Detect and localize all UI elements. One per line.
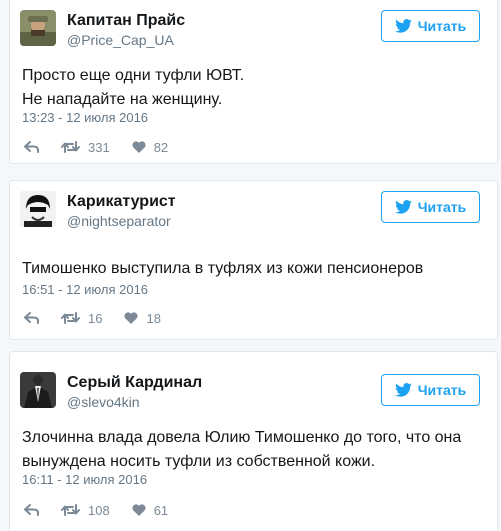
retweet-count: 331	[88, 139, 110, 155]
tweet-actions: 331 82	[24, 138, 190, 156]
heart-icon	[124, 312, 139, 324]
author-handle[interactable]: @nightseparator	[67, 213, 171, 229]
heart-icon	[132, 504, 146, 516]
author-handle[interactable]: @slevo4kin	[67, 394, 140, 410]
retweet-count: 16	[88, 310, 103, 326]
like-button[interactable]: 18	[124, 310, 161, 326]
like-count: 82	[153, 139, 169, 155]
tweet-text: Тимошенко выступила в туфлях из кожи пен…	[22, 257, 482, 281]
follow-button[interactable]: Читать	[381, 374, 480, 406]
like-count: 18	[146, 310, 161, 326]
tweet-text-line: Злочинна влада довела Юлию Тимошенко до …	[22, 429, 462, 446]
tweet-card: Серый Кардинал @slevo4kin Читать Злочинн…	[9, 351, 498, 531]
avatar[interactable]	[20, 10, 56, 46]
retweet-icon	[61, 312, 80, 324]
tweet-card: Капитан Прайс @Price_Cap_UA Читать Прост…	[9, 0, 498, 164]
follow-label: Читать	[417, 382, 467, 398]
twitter-bird-icon	[394, 200, 412, 214]
twitter-bird-icon	[394, 19, 412, 33]
retweet-count: 108	[88, 502, 110, 518]
tweet-text-line: Просто еще одни туфли ЮВТ.	[22, 67, 245, 84]
author-name[interactable]: Серый Кардинал	[67, 374, 202, 392]
retweet-icon	[61, 141, 80, 153]
reply-icon	[24, 504, 39, 516]
tweet-actions: 108 61	[24, 501, 190, 519]
like-button[interactable]: 82	[132, 140, 168, 155]
heart-icon	[132, 141, 146, 153]
author-handle[interactable]: @Price_Cap_UA	[67, 32, 174, 48]
reply-button[interactable]	[24, 312, 39, 324]
retweet-button[interactable]: 331	[61, 140, 110, 155]
reply-button[interactable]	[24, 141, 39, 153]
retweet-button[interactable]: 16	[61, 311, 102, 326]
tweet-timestamp[interactable]: 16:11 - 12 июля 2016	[22, 472, 147, 487]
follow-label: Читать	[417, 199, 467, 215]
reply-icon	[24, 312, 39, 324]
tweet-text: Злочинна влада довела Юлию Тимошенко до …	[22, 426, 482, 474]
like-count: 61	[153, 502, 169, 518]
retweet-icon	[61, 504, 80, 516]
tweet-timestamp[interactable]: 13:23 - 12 июля 2016	[22, 110, 148, 125]
author-name[interactable]: Капитан Прайс	[67, 12, 185, 30]
follow-button[interactable]: Читать	[381, 191, 480, 223]
reply-button[interactable]	[24, 504, 39, 516]
avatar[interactable]	[20, 191, 56, 227]
twitter-bird-icon	[394, 383, 412, 397]
like-button[interactable]: 61	[132, 503, 168, 518]
tweet-text-line: вынуждена носить туфли из собственной ко…	[22, 453, 376, 470]
follow-label: Читать	[417, 18, 467, 34]
tweet-timestamp[interactable]: 16:51 - 12 июля 2016	[22, 282, 148, 297]
tweet-actions: 16 18	[24, 309, 183, 327]
author-name[interactable]: Карикатурист	[67, 193, 176, 211]
tweet-text-line: Не нападайте на женщину.	[22, 91, 223, 108]
follow-button[interactable]: Читать	[381, 10, 480, 42]
avatar[interactable]	[20, 372, 56, 408]
tweet-text-line: Тимошенко выступила в туфлях из кожи пен…	[22, 260, 424, 277]
reply-icon	[24, 141, 39, 153]
tweet-card: Карикатурист @nightseparator Читать Тимо…	[9, 180, 498, 340]
retweet-button[interactable]: 108	[61, 503, 110, 518]
tweet-text: Просто еще одни туфли ЮВТ. Не нападайте …	[22, 64, 482, 112]
